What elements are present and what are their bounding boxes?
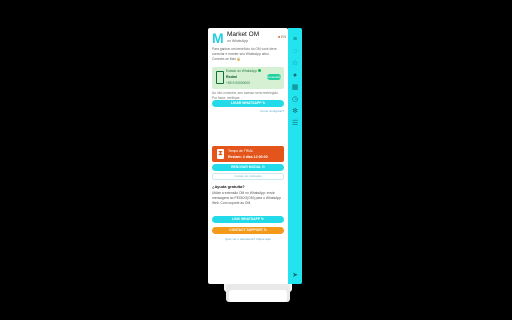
- connect-whatsapp-button[interactable]: LIGAR WHATSAPP ↻: [212, 100, 284, 107]
- trial-label: Tempo de TRIAL: [228, 149, 254, 153]
- setup-link[interactable]: Como configurar?: [212, 109, 284, 113]
- restriction-note: Ao não conectar, seu acesso será restrin…: [212, 91, 279, 100]
- phone-number: +55 9.00000000: [226, 81, 250, 85]
- clock-icon[interactable]: ◷: [291, 96, 299, 104]
- panel-header: M Market OM on WhatsApp ■ EN: [212, 31, 286, 45]
- language-label: EN: [281, 35, 286, 39]
- connected-badge: Conectado: [267, 74, 282, 80]
- help-text: Utilize a extensão OM no WhatsApp: envie…: [212, 191, 282, 205]
- user-icon[interactable]: ●: [291, 72, 299, 80]
- grid-icon[interactable]: ▦: [291, 84, 299, 92]
- assistant-link[interactable]: Quer ver o assistente? Clique aqui: [212, 237, 284, 241]
- check-icon: [257, 69, 261, 72]
- brand-title: Market OM: [227, 31, 260, 38]
- list-icon[interactable]: ☰: [291, 120, 299, 128]
- menu-icon[interactable]: ≡: [291, 36, 299, 44]
- device-name: Redmi: [226, 75, 237, 79]
- referral-input[interactable]: Código de indicação: [212, 173, 284, 180]
- intro-text: Para ganhar um benefício do OM você deve…: [212, 47, 277, 61]
- renew-button[interactable]: RENOVAR MODAL ↻: [212, 164, 284, 171]
- help-title: ¿Ayuda gratuita?: [212, 184, 245, 189]
- phone-icon: [216, 71, 224, 84]
- extension-panel: M Market OM on WhatsApp ■ EN Para ganhar…: [208, 28, 288, 284]
- language-selector[interactable]: ■ EN: [278, 35, 286, 39]
- send-icon[interactable]: ➤: [291, 272, 299, 280]
- stack-layer: [229, 290, 287, 302]
- brand-logo: M: [212, 30, 224, 46]
- status-label: Estado do WhatsApp: [226, 69, 261, 73]
- hourglass-icon: ⧗: [217, 149, 224, 159]
- whatsapp-status-card: Estado do WhatsApp Redmi +55 9.00000000 …: [212, 67, 284, 89]
- side-rail: ≡ ◌ ☆ ● ▦ ◷ ✻ ☰ ➤: [288, 28, 302, 284]
- trial-timer-card: ⧗ Tempo de TRIAL Restam: 4 dias 12:00:00: [212, 146, 284, 162]
- chat-icon[interactable]: ◌: [291, 48, 299, 56]
- settings-icon[interactable]: ✻: [291, 108, 299, 116]
- brand-subtitle: on WhatsApp: [227, 39, 249, 43]
- whatsapp-link-button[interactable]: LINK WHATSAPP ↻: [212, 216, 284, 223]
- star-icon[interactable]: ☆: [291, 60, 299, 68]
- trial-remaining: Restam: 4 dias 12:00:00: [228, 154, 268, 159]
- flag-icon: ■: [278, 35, 281, 39]
- contact-support-button[interactable]: CONTACT SUPPORT ↻: [212, 227, 284, 234]
